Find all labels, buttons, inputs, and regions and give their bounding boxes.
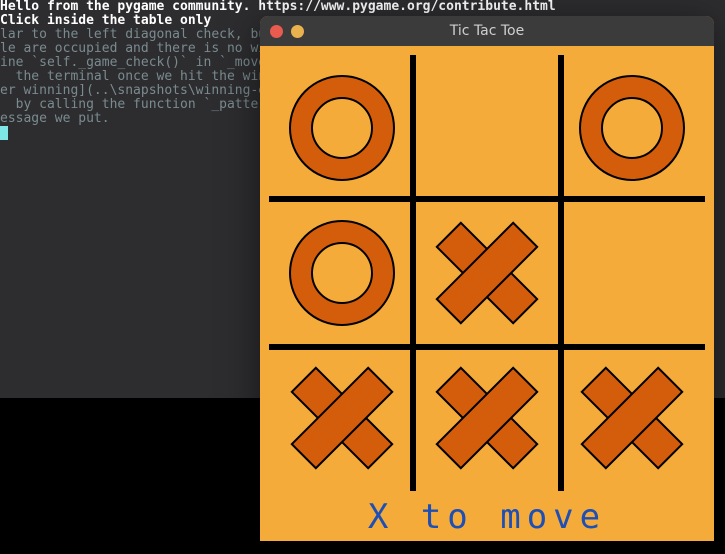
grid-line: [558, 55, 564, 491]
piece-o-icon: [282, 68, 402, 188]
board-cell-7: [414, 346, 559, 491]
pygame-window: Tic Tac Toe X to move: [260, 16, 714, 541]
board-cell-2: [560, 55, 705, 200]
board-cell-4: [414, 200, 559, 345]
board-cell-8: [560, 346, 705, 491]
board-cells: [269, 55, 705, 491]
grid-line: [410, 55, 416, 491]
piece-x-icon: [572, 358, 692, 478]
grid-line: [269, 196, 705, 202]
board-cell-3: [269, 200, 414, 345]
window-title: Tic Tac Toe: [260, 23, 714, 39]
board-cell-0: [269, 55, 414, 200]
board-cell-1[interactable]: [414, 55, 559, 200]
piece-o-icon: [572, 68, 692, 188]
piece-x-icon: [282, 358, 402, 478]
terminal-line: Hello from the pygame community. https:/…: [0, 0, 725, 14]
status-text: X to move: [260, 497, 714, 537]
board-cell-5[interactable]: [560, 200, 705, 345]
window-titlebar[interactable]: Tic Tac Toe: [260, 16, 714, 46]
piece-o-icon: [282, 213, 402, 333]
close-icon[interactable]: [270, 25, 283, 38]
piece-x-icon: [427, 358, 547, 478]
grid-line: [269, 344, 705, 350]
board-cell-6: [269, 346, 414, 491]
game-board: [269, 55, 705, 491]
piece-x-icon: [427, 213, 547, 333]
minimize-icon[interactable]: [291, 25, 304, 38]
cursor: [0, 126, 8, 140]
